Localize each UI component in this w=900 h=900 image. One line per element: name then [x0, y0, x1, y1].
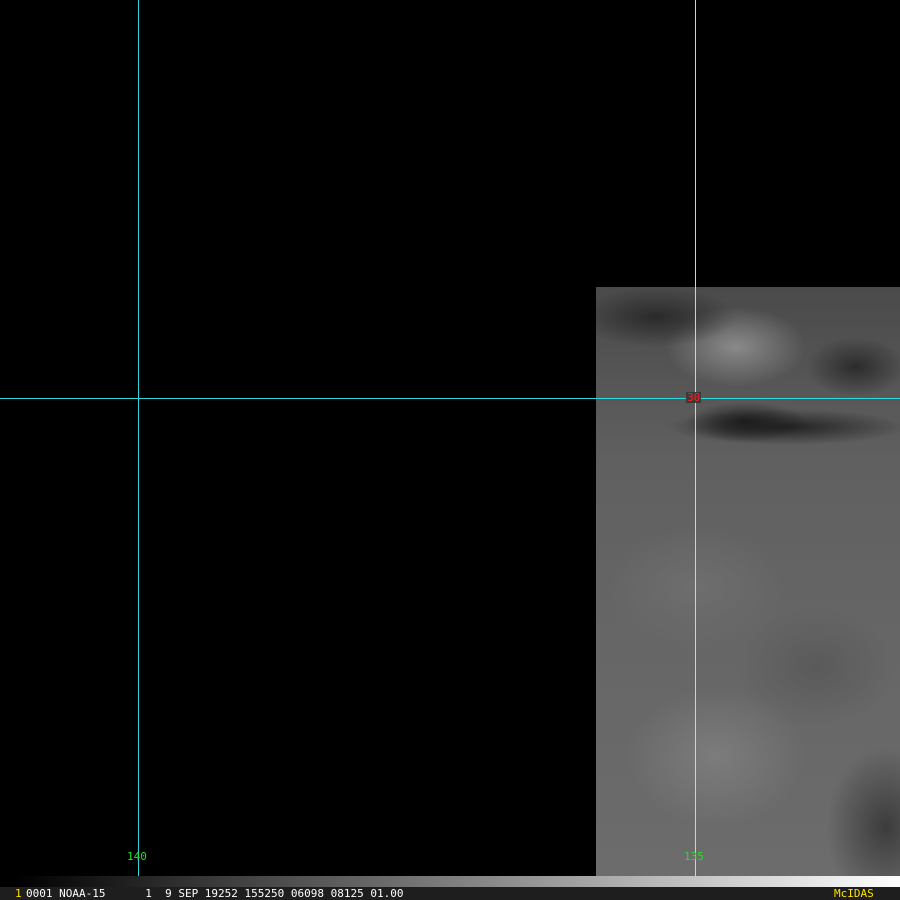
- image-info: 0001 NOAA-15 1 9 SEP 19252 155250 06098 …: [26, 887, 404, 900]
- longitude-label: 140: [127, 850, 147, 863]
- mcidas-display: 30 140 135 1 0001 NOAA-15 1 9 SEP 19252 …: [0, 0, 900, 900]
- frame-number: 1: [15, 887, 22, 900]
- longitude-line-140: [138, 0, 139, 887]
- latitude-label: 30: [686, 391, 702, 404]
- longitude-label: 135: [684, 850, 704, 863]
- mcidas-brand: McIDAS: [834, 887, 874, 900]
- longitude-line-135: [695, 0, 696, 887]
- satellite-image: [596, 287, 900, 876]
- latitude-line-30: [0, 398, 900, 399]
- status-bar: 1 0001 NOAA-15 1 9 SEP 19252 155250 0609…: [0, 887, 900, 900]
- grayscale-color-bar: [15, 876, 900, 887]
